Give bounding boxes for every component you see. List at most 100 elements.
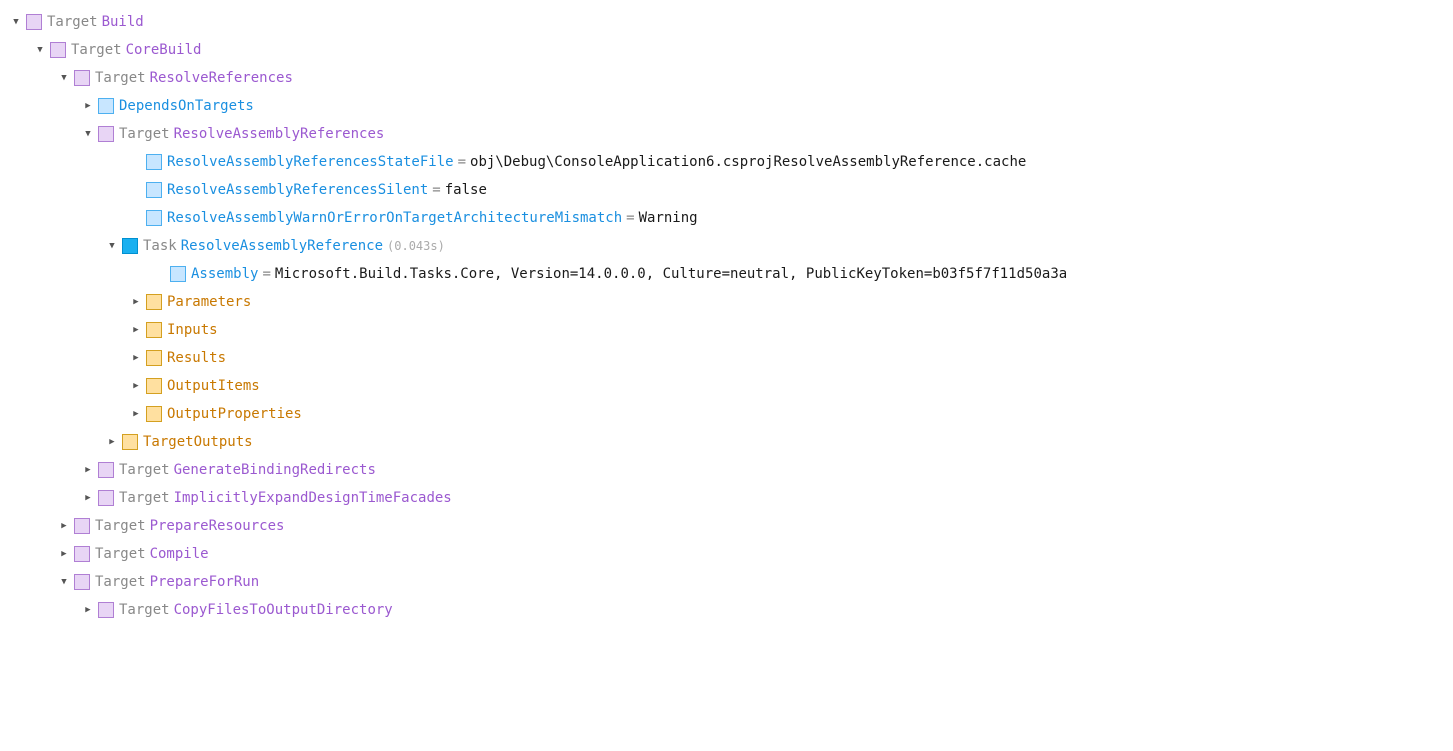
tree-item-targetoutputs[interactable]: TargetOutputs (0, 428, 1453, 456)
tree-item-implicitlyexpand[interactable]: TargetImplicitlyExpandDesignTimeFacades (0, 484, 1453, 512)
keyword-resolvereferences: Target (95, 70, 146, 86)
keyword-compile: Target (95, 546, 146, 562)
icon-outputitems (146, 378, 162, 394)
label-warnProp: ResolveAssemblyWarnOrErrorOnTargetArchit… (167, 210, 698, 226)
tree-item-outputprops[interactable]: OutputProperties (0, 400, 1453, 428)
toggle-resolveassemblyreferences[interactable] (80, 126, 96, 142)
label-prepareresources: TargetPrepareResources (95, 518, 284, 534)
icon-resolvereferences (74, 70, 90, 86)
icon-outputprops (146, 406, 162, 422)
icon-statefileProp (146, 154, 162, 170)
toggle-dependsontargets[interactable] (80, 98, 96, 114)
label-dependsontargets: DependsOnTargets (119, 98, 254, 114)
name-prepareforrun: PrepareForRun (150, 574, 260, 590)
name-silentProp: ResolveAssemblyReferencesSilent (167, 182, 428, 198)
tree-item-resolvereferences[interactable]: TargetResolveReferences (0, 64, 1453, 92)
keyword-prepareforrun: Target (95, 574, 146, 590)
icon-prepareforrun (74, 574, 90, 590)
tree-item-prepareforrun[interactable]: TargetPrepareForRun (0, 568, 1453, 596)
tree-item-generatebinding[interactable]: TargetGenerateBindingRedirects (0, 456, 1453, 484)
equals-silentProp: = (432, 182, 440, 198)
build-tree: TargetBuildTargetCoreBuildTargetResolveR… (0, 8, 1453, 624)
tree-item-copyfilestooutput[interactable]: TargetCopyFilesToOutputDirectory (0, 596, 1453, 624)
name-prepareresources: PrepareResources (150, 518, 285, 534)
toggle-targetoutputs[interactable] (104, 434, 120, 450)
name-results: Results (167, 350, 226, 366)
name-corebuild: CoreBuild (126, 42, 202, 58)
value-silentProp: false (445, 182, 487, 198)
keyword-build: Target (47, 14, 98, 30)
toggle-copyfilestooutput[interactable] (80, 602, 96, 618)
label-build: TargetBuild (47, 14, 144, 30)
label-compile: TargetCompile (95, 546, 209, 562)
tree-item-build[interactable]: TargetBuild (0, 8, 1453, 36)
tree-item-inputs[interactable]: Inputs (0, 316, 1453, 344)
tree-item-compile[interactable]: TargetCompile (0, 540, 1453, 568)
name-inputs: Inputs (167, 322, 218, 338)
tree-item-taskResolve[interactable]: TaskResolveAssemblyReference(0.043s) (0, 232, 1453, 260)
icon-corebuild (50, 42, 66, 58)
label-implicitlyexpand: TargetImplicitlyExpandDesignTimeFacades (119, 490, 452, 506)
value-statefileProp: obj\Debug\ConsoleApplication6.csprojReso… (470, 154, 1026, 170)
name-implicitlyexpand: ImplicitlyExpandDesignTimeFacades (174, 490, 452, 506)
keyword-prepareresources: Target (95, 518, 146, 534)
toggle-results[interactable] (128, 350, 144, 366)
toggle-taskResolve[interactable] (104, 238, 120, 254)
toggle-resolvereferences[interactable] (56, 70, 72, 86)
icon-parameters (146, 294, 162, 310)
toggle-inputs[interactable] (128, 322, 144, 338)
label-resolvereferences: TargetResolveReferences (95, 70, 293, 86)
tree-item-dependsontargets[interactable]: DependsOnTargets (0, 92, 1453, 120)
tree-item-statefileProp[interactable]: ResolveAssemblyReferencesStateFile=obj\D… (0, 148, 1453, 176)
name-targetoutputs: TargetOutputs (143, 434, 253, 450)
label-prepareforrun: TargetPrepareForRun (95, 574, 259, 590)
keyword-corebuild: Target (71, 42, 122, 58)
label-targetoutputs: TargetOutputs (143, 434, 253, 450)
icon-implicitlyexpand (98, 490, 114, 506)
icon-assemblyProp (170, 266, 186, 282)
icon-copyfilestooutput (98, 602, 114, 618)
name-generatebinding: GenerateBindingRedirects (174, 462, 376, 478)
toggle-generatebinding[interactable] (80, 462, 96, 478)
value-assemblyProp: Microsoft.Build.Tasks.Core, Version=14.0… (275, 266, 1067, 282)
tree-item-corebuild[interactable]: TargetCoreBuild (0, 36, 1453, 64)
keyword-implicitlyexpand: Target (119, 490, 170, 506)
name-statefileProp: ResolveAssemblyReferencesStateFile (167, 154, 454, 170)
label-outputprops: OutputProperties (167, 406, 302, 422)
toggle-corebuild[interactable] (32, 42, 48, 58)
label-taskResolve: TaskResolveAssemblyReference(0.043s) (143, 238, 445, 254)
timing-taskResolve: (0.043s) (387, 239, 445, 253)
toggle-prepareforrun[interactable] (56, 574, 72, 590)
keyword-generatebinding: Target (119, 462, 170, 478)
icon-inputs (146, 322, 162, 338)
name-outputitems: OutputItems (167, 378, 260, 394)
toggle-build[interactable] (8, 14, 24, 30)
equals-statefileProp: = (458, 154, 466, 170)
name-compile: Compile (150, 546, 209, 562)
tree-item-resolveassemblyreferences[interactable]: TargetResolveAssemblyReferences (0, 120, 1453, 148)
toggle-outputitems[interactable] (128, 378, 144, 394)
label-generatebinding: TargetGenerateBindingRedirects (119, 462, 376, 478)
tree-item-prepareresources[interactable]: TargetPrepareResources (0, 512, 1453, 540)
tree-item-assemblyProp[interactable]: Assembly=Microsoft.Build.Tasks.Core, Ver… (0, 260, 1453, 288)
name-build: Build (102, 14, 144, 30)
label-assemblyProp: Assembly=Microsoft.Build.Tasks.Core, Ver… (191, 266, 1067, 282)
name-resolvereferences: ResolveReferences (150, 70, 293, 86)
tree-item-silentProp[interactable]: ResolveAssemblyReferencesSilent= false (0, 176, 1453, 204)
name-parameters: Parameters (167, 294, 251, 310)
label-silentProp: ResolveAssemblyReferencesSilent= false (167, 182, 487, 198)
label-inputs: Inputs (167, 322, 218, 338)
name-taskResolve: ResolveAssemblyReference (181, 238, 383, 254)
toggle-outputprops[interactable] (128, 406, 144, 422)
label-copyfilestooutput: TargetCopyFilesToOutputDirectory (119, 602, 393, 618)
tree-item-warnProp[interactable]: ResolveAssemblyWarnOrErrorOnTargetArchit… (0, 204, 1453, 232)
name-dependsontargets: DependsOnTargets (119, 98, 254, 114)
icon-generatebinding (98, 462, 114, 478)
tree-item-results[interactable]: Results (0, 344, 1453, 372)
toggle-parameters[interactable] (128, 294, 144, 310)
toggle-prepareresources[interactable] (56, 518, 72, 534)
tree-item-outputitems[interactable]: OutputItems (0, 372, 1453, 400)
toggle-compile[interactable] (56, 546, 72, 562)
toggle-implicitlyexpand[interactable] (80, 490, 96, 506)
tree-item-parameters[interactable]: Parameters (0, 288, 1453, 316)
